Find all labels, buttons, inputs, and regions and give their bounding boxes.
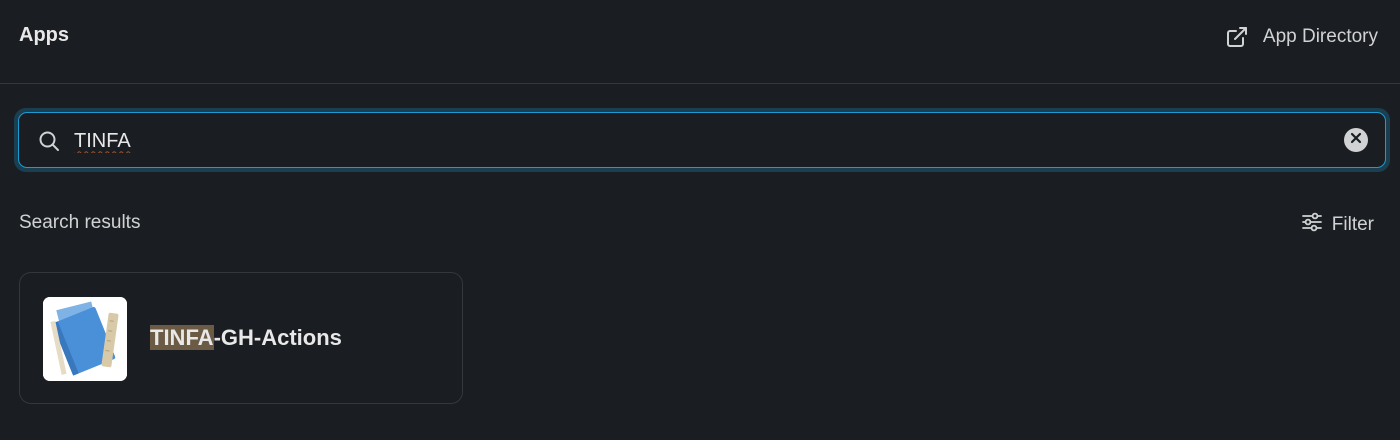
search-icon: [37, 129, 61, 158]
page-title: Apps: [19, 24, 69, 46]
close-icon: [1350, 131, 1362, 149]
clear-search-button[interactable]: [1344, 128, 1368, 152]
search-input[interactable]: [74, 123, 1274, 159]
notebook-pencil-icon: [43, 297, 127, 381]
app-directory-label: App Directory: [1262, 26, 1378, 47]
sliders-icon: [1300, 210, 1324, 240]
app-result-card[interactable]: TINFA-GH-Actions: [19, 272, 463, 404]
app-name: TINFA-GH-Actions: [150, 325, 342, 351]
search-results-label: Search results: [19, 212, 141, 233]
app-directory-link[interactable]: App Directory: [1225, 22, 1378, 52]
external-link-icon: [1225, 25, 1249, 49]
search-focus-ring: [14, 108, 1390, 172]
search-highlight: TINFA: [150, 325, 214, 350]
search-box[interactable]: [18, 112, 1386, 168]
filter-button[interactable]: Filter: [1300, 210, 1374, 240]
header: Apps App Directory: [0, 0, 1400, 84]
filter-label: Filter: [1331, 214, 1374, 235]
app-name-rest: -GH-Actions: [213, 325, 342, 350]
